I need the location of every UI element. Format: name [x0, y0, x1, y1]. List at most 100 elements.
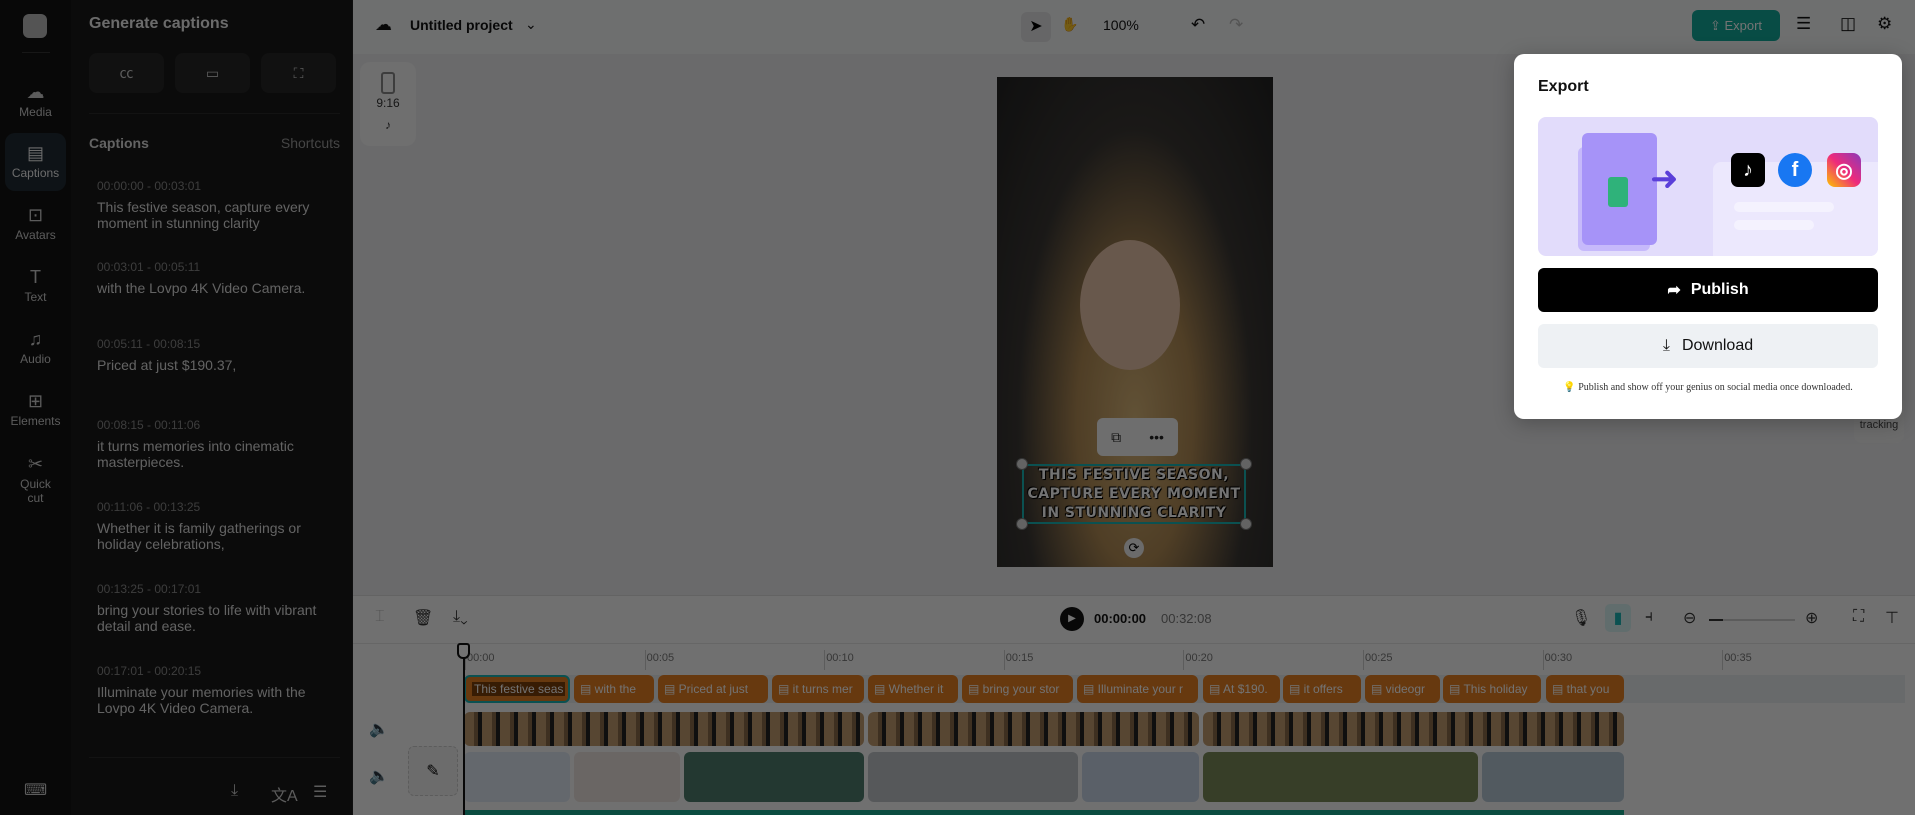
playhead-handle[interactable] [457, 643, 470, 659]
zoom-level[interactable]: 100% [1103, 17, 1139, 33]
image-clip[interactable] [1203, 752, 1478, 802]
caption-list-item[interactable]: 00:03:01 - 00:05:11 with the Lovpo 4K Vid… [97, 260, 337, 296]
duplicate-icon[interactable]: ⧉ [1111, 429, 1121, 446]
caption-clip[interactable]: ▤ Illuminate your r [1077, 675, 1198, 703]
image-clip[interactable] [1082, 752, 1199, 802]
project-name[interactable]: Untitled project [410, 17, 513, 33]
zoom-in-icon[interactable]: ⊕ [1805, 608, 1818, 628]
redo-icon[interactable]: ↷ [1229, 15, 1243, 35]
rail-item-elements[interactable]: ⊞ Elements [5, 381, 66, 439]
export-button[interactable]: ⇪ Export [1692, 10, 1780, 41]
publish-button[interactable]: ➦ Publish [1538, 268, 1878, 312]
translate-icon[interactable]: 文A [271, 782, 298, 806]
resize-handle[interactable] [1016, 458, 1028, 470]
resize-handle[interactable] [1240, 458, 1252, 470]
caption-text: Priced at just $190.37, [97, 357, 237, 373]
more-icon[interactable]: ••• [1149, 429, 1164, 445]
rail-item-quick-cut[interactable]: ✂ Quick cut [5, 447, 66, 513]
caption-list-item[interactable]: 00:08:15 - 00:11:06 it turns memories int… [97, 418, 337, 470]
caption-time: 00:03:01 - 00:05:11 [97, 260, 201, 274]
settings-icon[interactable]: ⚙ [1877, 14, 1892, 34]
rail-item-text[interactable]: T Text [5, 257, 66, 315]
playhead[interactable] [463, 645, 465, 815]
rail-item-media[interactable]: ☁ Media [5, 72, 66, 130]
cloud-save-icon[interactable]: ☁ [375, 15, 392, 35]
select-tool-icon[interactable]: ➤ [1021, 12, 1051, 42]
caption-clip-icon: ▤ [1289, 682, 1304, 696]
ruler-tick [1183, 650, 1185, 670]
caption-text: This festive season, capture every momen… [97, 199, 310, 231]
hand-tool-icon[interactable]: ✋ [1061, 16, 1078, 33]
rail-item-audio[interactable]: ♫ Audio [5, 319, 66, 377]
subtitle-button[interactable]: ▭ [175, 53, 250, 93]
caption-list-item[interactable]: 00:13:25 - 00:17:01 bring your stories to… [97, 582, 337, 634]
caption-list-item[interactable]: 00:05:11 - 00:08:15 Priced at just $190.3… [97, 337, 337, 373]
panel-toggle-icon[interactable]: ◫ [1840, 14, 1856, 34]
caption-clip[interactable]: ▤ Whether it [868, 675, 958, 703]
caption-clip[interactable]: ▤ bring your stor [962, 675, 1073, 703]
caption-clip[interactable]: ▤ that you [1546, 675, 1624, 703]
placeholder-line [1734, 220, 1814, 230]
mute-video-icon[interactable]: 🔈 [369, 719, 389, 739]
play-button[interactable]: ▶ [1060, 607, 1084, 631]
auto-caption-button[interactable]: ⛶ [261, 53, 336, 93]
microphone-icon[interactable]: 🎙 [1571, 608, 1591, 628]
tracking-label: tracking [1859, 419, 1899, 431]
snap-icon[interactable]: ▮ [1605, 604, 1631, 632]
download-menu-icon[interactable]: ⤓⌄ [453, 608, 468, 626]
chevron-down-icon[interactable]: ⌄ [525, 16, 537, 33]
zoom-out-icon[interactable]: ⊖ [1683, 608, 1696, 628]
fit-icon[interactable]: ⛶ [1853, 608, 1864, 626]
image-clip[interactable] [464, 752, 570, 802]
image-clip[interactable] [868, 752, 1078, 802]
mute-images-icon[interactable]: 🔈 [369, 766, 389, 786]
caption-clip[interactable]: ▤ At $190. [1203, 675, 1280, 703]
rotate-icon[interactable]: ⟳ [1124, 538, 1144, 558]
edit-cover-icon[interactable]: ✎ [408, 746, 458, 796]
cc-button[interactable]: ㏄ [89, 53, 164, 93]
caption-clip-icon: ▤ [580, 682, 595, 696]
preview-icon[interactable]: ⊤ [1885, 608, 1899, 628]
rail-item-avatars[interactable]: ⊡ Avatars [5, 195, 66, 253]
caption-list-item[interactable]: 00:17:01 - 00:20:15 Illuminate your memor… [97, 664, 337, 716]
keyboard-icon[interactable]: ⌨ [24, 780, 47, 800]
video-clip[interactable] [868, 712, 1199, 746]
caption-clip[interactable]: ▤ videogr [1365, 675, 1440, 703]
caption-clip[interactable]: ▤ Priced at just [658, 675, 768, 703]
audio-track[interactable] [464, 810, 1624, 815]
element-toolbar: ⧉ ••• [1097, 418, 1178, 456]
caption-text: it turns memories into cinematic masterp… [97, 438, 294, 470]
download-icon[interactable]: ⤓ [231, 782, 238, 800]
caption-clip[interactable]: ▤ This holiday [1443, 675, 1541, 703]
caption-clip[interactable]: ▤ it offers [1283, 675, 1361, 703]
delete-icon[interactable]: 🗑 [413, 608, 433, 628]
caption-text: bring your stories to life with vibrant … [97, 602, 317, 634]
resize-handle[interactable] [1240, 518, 1252, 530]
layers-icon[interactable]: ☰ [1796, 14, 1811, 34]
caption-text: Whether it is family gatherings or holid… [97, 520, 301, 552]
app-logo[interactable] [23, 14, 47, 38]
search-captions-icon[interactable]: ☰ [313, 782, 327, 802]
caption-clip[interactable]: ▤ with the [574, 675, 654, 703]
image-clip[interactable] [684, 752, 864, 802]
caption-list-item[interactable]: 00:00:00 - 00:03:01 This festive season, … [97, 179, 337, 231]
zoom-slider[interactable] [1709, 619, 1795, 621]
download-label: Download [1681, 337, 1754, 354]
split-view-icon[interactable]: ⫞ [1645, 608, 1653, 626]
image-clip[interactable] [574, 752, 680, 802]
download-button[interactable]: ⤓ Download [1538, 324, 1878, 368]
cc-icon: ㏄ [119, 65, 134, 81]
resize-handle[interactable] [1016, 518, 1028, 530]
video-clip[interactable] [1203, 712, 1624, 746]
rail-item-captions[interactable]: ▤ Captions [5, 133, 66, 191]
caption-clip-icon: ▤ [968, 682, 983, 696]
caption-list-item[interactable]: 00:11:06 - 00:13:25 Whether it is family … [97, 500, 337, 552]
split-icon[interactable]: ⌶ [375, 608, 385, 626]
image-clip[interactable] [1482, 752, 1624, 802]
aspect-ratio-selector[interactable]: 9:16 ♪ [360, 62, 416, 146]
video-clip[interactable] [464, 712, 864, 746]
caption-clip[interactable]: This festive seas [464, 675, 570, 703]
shortcuts-link[interactable]: Shortcuts [281, 135, 340, 151]
undo-icon[interactable]: ↶ [1191, 15, 1205, 35]
caption-clip[interactable]: ▤ it turns mer [772, 675, 864, 703]
